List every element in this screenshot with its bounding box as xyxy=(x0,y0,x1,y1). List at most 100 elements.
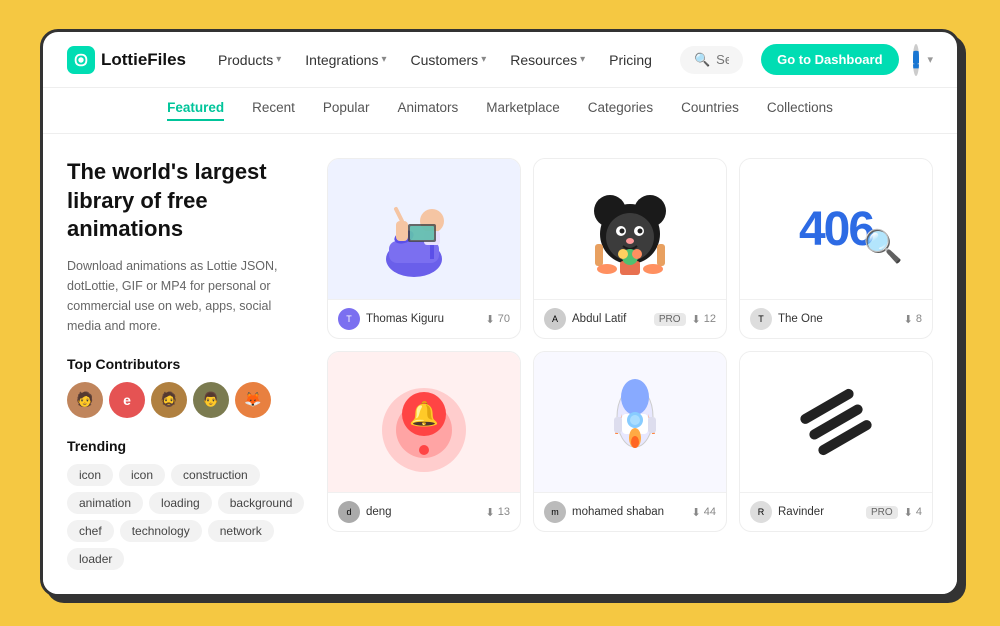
tag-loader[interactable]: loader xyxy=(67,548,124,570)
card-4[interactable]: 🔔 d deng ⬇ 13 xyxy=(327,351,521,532)
stripes-animation xyxy=(799,387,874,457)
tag-animation[interactable]: animation xyxy=(67,492,143,514)
card-3-info: T The One ⬇ 8 xyxy=(740,299,932,338)
card-5-info: m mohamed shaban ⬇ 44 xyxy=(534,492,726,531)
tag-construction[interactable]: construction xyxy=(171,464,260,486)
logo-text: LottieFiles xyxy=(101,50,186,70)
card-1-thumb xyxy=(328,159,520,299)
sidebar: The world's largest library of free anim… xyxy=(67,158,307,570)
top-contributors-title: Top Contributors xyxy=(67,356,307,372)
subnav-categories[interactable]: Categories xyxy=(588,100,653,121)
subnav-animators[interactable]: Animators xyxy=(397,100,458,121)
chevron-down-icon: ▾ xyxy=(580,54,585,65)
tag-chef[interactable]: chef xyxy=(67,520,114,542)
subnav-popular[interactable]: Popular xyxy=(323,100,370,121)
card-5-author: mohamed shaban xyxy=(572,506,686,518)
chevron-down-icon: ▾ xyxy=(276,54,281,65)
card-3-author: The One xyxy=(778,313,898,325)
card-2-author: Abdul Latif xyxy=(572,313,648,325)
contributor-5[interactable]: 🦊 xyxy=(235,382,271,418)
tag-icon2[interactable]: icon xyxy=(119,464,165,486)
avatar[interactable]: 👤 xyxy=(913,44,920,76)
card-5-thumb xyxy=(534,352,726,492)
rocket-animation xyxy=(580,362,680,482)
tag-background[interactable]: background xyxy=(218,492,305,514)
nav-pricing[interactable]: Pricing xyxy=(599,46,662,74)
hero-description: Download animations as Lottie JSON, dotL… xyxy=(67,256,307,336)
sub-nav: Featured Recent Popular Animators Market… xyxy=(43,88,957,134)
dashboard-button[interactable]: Go to Dashboard xyxy=(761,44,898,75)
logo[interactable]: LottieFiles xyxy=(67,46,186,74)
card-3[interactable]: 406 🔍 T The One ⬇ 8 xyxy=(739,158,933,339)
subnav-marketplace[interactable]: Marketplace xyxy=(486,100,560,121)
search-bar[interactable]: 🔍 xyxy=(680,46,743,74)
card-1-author: Thomas Kiguru xyxy=(366,313,480,325)
chevron-down-icon: ▾ xyxy=(481,54,486,65)
card-5-avatar: m xyxy=(544,501,566,523)
nav-customers[interactable]: Customers ▾ xyxy=(401,46,497,74)
nav-products[interactable]: Products ▾ xyxy=(208,46,291,74)
tag-icon1[interactable]: icon xyxy=(67,464,113,486)
avatar-chevron: ▾ xyxy=(927,53,933,66)
card-6-avatar: R xyxy=(750,501,772,523)
subnav-countries[interactable]: Countries xyxy=(681,100,739,121)
card-5-downloads: ⬇ 44 xyxy=(692,506,716,519)
person-animation xyxy=(374,169,474,289)
svg-text:🔔: 🔔 xyxy=(409,401,439,428)
contributor-4[interactable]: 👨 xyxy=(193,382,229,418)
card-4-info: d deng ⬇ 13 xyxy=(328,492,520,531)
tag-loading[interactable]: loading xyxy=(149,492,212,514)
tag-network[interactable]: network xyxy=(208,520,274,542)
tag-technology[interactable]: technology xyxy=(120,520,202,542)
hero-title: The world's largest library of free anim… xyxy=(67,158,307,244)
navbar: LottieFiles Products ▾ Integrations ▾ Cu… xyxy=(43,32,957,88)
grid: T Thomas Kiguru ⬇ 70 xyxy=(327,158,933,532)
logo-svg xyxy=(72,51,90,69)
card-2-thumb xyxy=(534,159,726,299)
tags: icon icon construction animation loading… xyxy=(67,464,307,570)
trending-title: Trending xyxy=(67,438,307,454)
card-3-downloads: ⬇ 8 xyxy=(904,313,922,326)
card-6-thumb xyxy=(740,352,932,492)
chevron-down-icon: ▾ xyxy=(381,54,386,65)
nav-integrations[interactable]: Integrations ▾ xyxy=(295,46,396,74)
card-3-avatar: T xyxy=(750,308,772,330)
card-1-downloads: ⬇ 70 xyxy=(486,313,510,326)
nav-resources[interactable]: Resources ▾ xyxy=(500,46,595,74)
card-6-info: R Ravinder PRO ⬇ 4 xyxy=(740,492,932,531)
contributor-2[interactable]: e xyxy=(109,382,145,418)
card-2-avatar: A xyxy=(544,308,566,330)
card-2-badge: PRO xyxy=(654,313,686,326)
card-3-thumb: 406 🔍 xyxy=(740,159,932,299)
404-text: 406 🔍 xyxy=(799,202,873,257)
main-content: The world's largest library of free anim… xyxy=(43,134,957,594)
card-2-downloads: ⬇ 12 xyxy=(692,313,716,326)
alarm-animation: 🔔 xyxy=(374,362,474,482)
subnav-recent[interactable]: Recent xyxy=(252,100,295,121)
screen: LottieFiles Products ▾ Integrations ▾ Cu… xyxy=(40,29,960,597)
card-5[interactable]: m mohamed shaban ⬇ 44 xyxy=(533,351,727,532)
card-2[interactable]: A Abdul Latif PRO ⬇ 12 xyxy=(533,158,727,339)
card-1-avatar: T xyxy=(338,308,360,330)
mouse-animation xyxy=(575,169,685,289)
card-6-downloads: ⬇ 4 xyxy=(904,506,922,519)
card-6-author: Ravinder xyxy=(778,506,860,518)
card-6[interactable]: R Ravinder PRO ⬇ 4 xyxy=(739,351,933,532)
card-4-thumb: 🔔 xyxy=(328,352,520,492)
search-input[interactable] xyxy=(716,52,729,67)
subnav-featured[interactable]: Featured xyxy=(167,100,224,121)
card-1[interactable]: T Thomas Kiguru ⬇ 70 xyxy=(327,158,521,339)
contributors-row: 🧑 e 🧔 👨 🦊 xyxy=(67,382,307,418)
card-4-downloads: ⬇ 13 xyxy=(486,506,510,519)
contributor-1[interactable]: 🧑 xyxy=(67,382,103,418)
contributor-3[interactable]: 🧔 xyxy=(151,382,187,418)
subnav-collections[interactable]: Collections xyxy=(767,100,833,121)
nav-items: Products ▾ Integrations ▾ Customers ▾ Re… xyxy=(208,46,662,74)
search-icon: 🔍 xyxy=(694,52,710,68)
animations-grid: T Thomas Kiguru ⬇ 70 xyxy=(327,158,933,570)
card-4-avatar: d xyxy=(338,501,360,523)
card-4-author: deng xyxy=(366,506,480,518)
magnify-icon: 🔍 xyxy=(863,227,901,265)
logo-icon xyxy=(67,46,95,74)
card-1-info: T Thomas Kiguru ⬇ 70 xyxy=(328,299,520,338)
